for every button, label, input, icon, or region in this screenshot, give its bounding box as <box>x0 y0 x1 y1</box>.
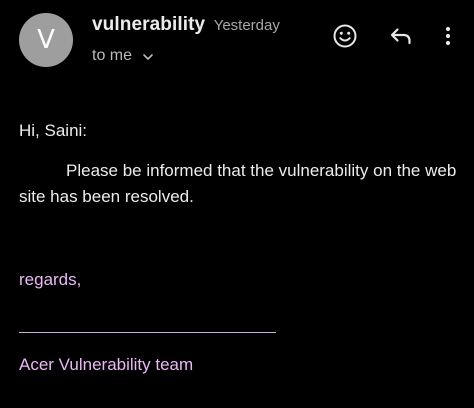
reply-icon <box>388 23 414 49</box>
chevron-down-icon <box>142 50 154 62</box>
emoji-smile-icon <box>332 23 358 49</box>
subject-row: vulnerability Yesterday <box>92 14 280 36</box>
recipient-details-toggle[interactable]: to me <box>92 47 154 65</box>
timestamp: Yesterday <box>213 17 280 34</box>
signature-divider <box>19 332 276 333</box>
recipient-label: to me <box>92 47 133 64</box>
greeting-text: Hi, Saini: <box>19 121 88 140</box>
signature-text: Acer Vulnerability team <box>19 355 194 374</box>
email-subject: vulnerability <box>92 14 206 35</box>
more-vert-icon <box>444 24 452 48</box>
email-header: V vulnerability Yesterday to me <box>0 0 474 80</box>
reply-button[interactable] <box>387 22 415 50</box>
avatar[interactable]: V <box>19 13 73 67</box>
more-options-button[interactable] <box>434 22 462 50</box>
emoji-reaction-button[interactable] <box>331 22 359 50</box>
message-body: Please be informed that the vulnerabilit… <box>19 161 457 206</box>
signoff-text: regards, <box>19 270 82 289</box>
